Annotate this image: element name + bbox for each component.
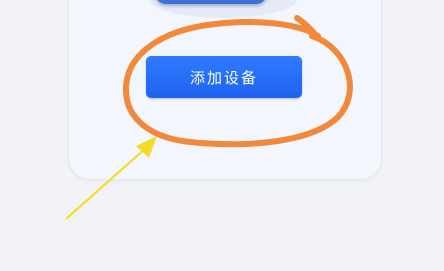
device-image [155, 0, 267, 4]
add-device-button[interactable]: 添加设备 [146, 56, 302, 98]
screen: 添加设备 [0, 0, 444, 271]
